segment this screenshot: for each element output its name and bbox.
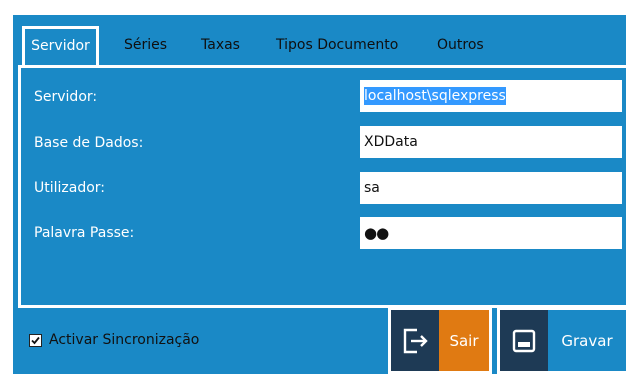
palavra-passe-label: Palavra Passe: [34,225,135,241]
gravar-button[interactable]: Gravar [497,307,626,374]
servidor-value: localhost\sqlexpress [364,87,506,105]
base-dados-label: Base de Dados: [34,135,144,151]
checkbox-checked-icon[interactable] [29,333,42,347]
sair-label: Sair [439,310,489,371]
servidor-label: Servidor: [34,89,98,105]
palavra-passe-input[interactable]: ●● [360,217,622,249]
utilizador-label: Utilizador: [34,180,106,196]
settings-window: Servidor Séries Taxas Tipos Documento Ou… [0,0,626,374]
tab-tipos-documento[interactable]: Tipos Documento [276,27,398,63]
utilizador-input[interactable]: sa [360,172,622,204]
exit-icon [391,310,439,371]
tab-servidor[interactable]: Servidor [22,26,99,65]
utilizador-value: sa [364,180,380,196]
tab-series[interactable]: Séries [124,27,167,63]
palavra-passe-value: ●● [364,224,389,242]
gravar-label: Gravar [548,310,626,371]
tab-taxas[interactable]: Taxas [201,27,240,63]
servidor-input[interactable]: localhost\sqlexpress [360,80,622,112]
save-icon [500,310,548,371]
base-dados-value: XDData [364,134,418,150]
activar-sincronizacao-checkbox[interactable]: Activar Sincronização [29,332,199,348]
sair-button[interactable]: Sair [388,307,492,374]
activar-sincronizacao-label: Activar Sincronização [49,332,200,348]
servidor-tab-content: Servidor: localhost\sqlexpress Base de D… [18,65,626,308]
base-dados-input[interactable]: XDData [360,126,622,158]
tab-outros[interactable]: Outros [437,27,484,63]
